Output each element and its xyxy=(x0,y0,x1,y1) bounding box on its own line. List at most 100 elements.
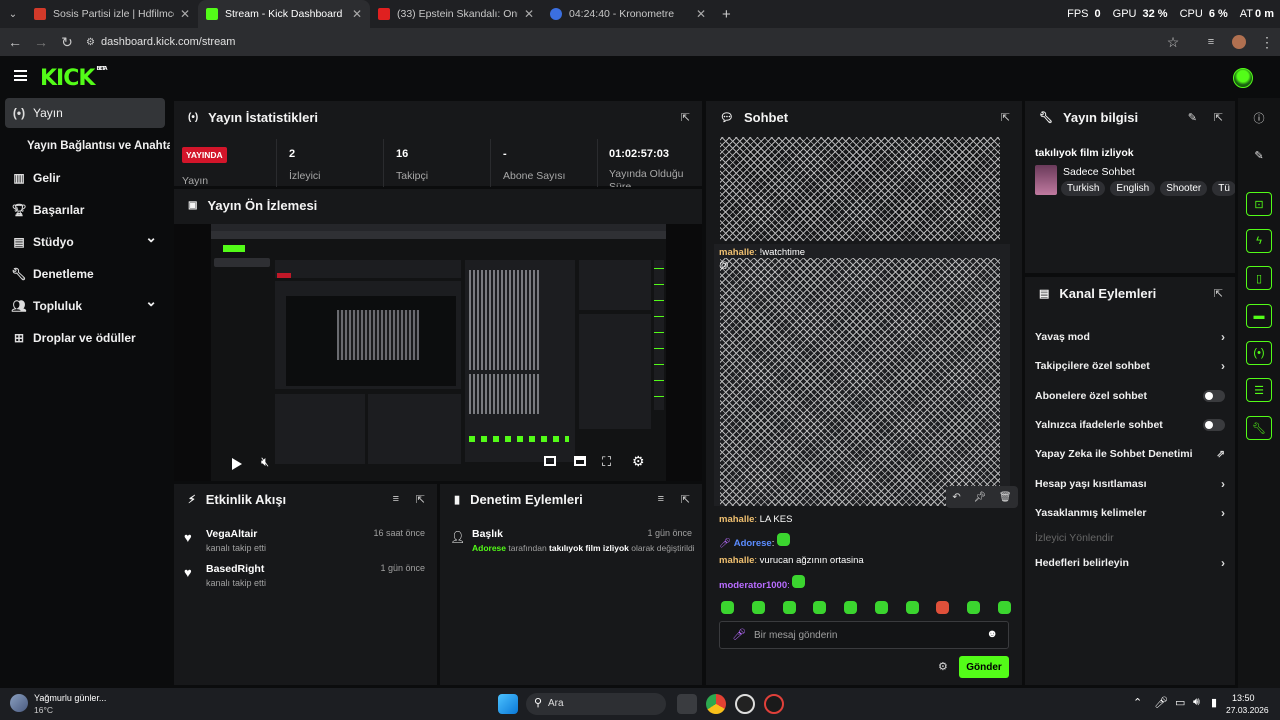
action-ai-moderation[interactable]: Yapay Zeka ile Sohbet Denetimi ⇗ xyxy=(1035,444,1225,464)
new-tab-button[interactable]: + xyxy=(722,6,731,23)
browser-tab-1[interactable]: Stream - Kick Dashboard ✕ xyxy=(198,0,370,28)
play-icon[interactable] xyxy=(232,458,242,470)
network-icon[interactable]: ▭ xyxy=(1175,696,1185,709)
lightning-icon[interactable]: ϟ xyxy=(1246,229,1272,253)
search-box[interactable]: ⚲ Ara xyxy=(526,693,666,715)
cast-icon[interactable] xyxy=(574,456,586,466)
emote-button[interactable] xyxy=(782,601,796,614)
stream-preview-video[interactable]: 🔇︎ ⛶ ⚙ xyxy=(174,224,702,481)
expand-icon[interactable]: ⇱ xyxy=(1001,111,1010,124)
tag[interactable]: Tü xyxy=(1212,181,1235,196)
filter-icon[interactable]: ≡ xyxy=(393,493,399,505)
sidebar-item-stream-key[interactable]: Yayın Bağlantısı ve Anahtarı xyxy=(27,131,170,161)
category-name[interactable]: Sadece Sohbet xyxy=(1063,166,1135,178)
volume-icon[interactable]: 🔊︎ xyxy=(1193,696,1200,709)
action-banned-words[interactable]: Yasaklanmış kelimeler › xyxy=(1035,503,1225,523)
user-avatar[interactable] xyxy=(1233,68,1253,88)
back-icon[interactable]: ← xyxy=(2,34,28,50)
extensions-icon[interactable]: ≡ xyxy=(1198,36,1224,48)
emote-button[interactable] xyxy=(721,601,734,614)
weather-icon[interactable] xyxy=(10,694,28,712)
microphone-icon[interactable]: 🎤︎ xyxy=(1154,696,1168,709)
close-icon[interactable]: ✕ xyxy=(696,7,706,21)
kick-logo[interactable]: KICK BETA xyxy=(40,66,108,91)
battery-icon[interactable]: ▮ xyxy=(1211,696,1217,709)
browser-tab-0[interactable]: Sosis Partisi izle | Hdfilmcehennemi ✕ xyxy=(26,0,198,28)
undo-icon[interactable]: ↶ xyxy=(952,492,960,503)
app-icon[interactable] xyxy=(764,694,784,714)
chat-input[interactable]: 🎤︎ Bir mesaj gönderin ☻ xyxy=(719,621,1009,649)
trash-icon[interactable]: 🗑︎ xyxy=(999,492,1012,503)
send-button[interactable]: Gönder xyxy=(959,656,1009,678)
fullscreen-icon[interactable]: ⛶ xyxy=(602,454,611,470)
action-set-goals[interactable]: Hedefleri belirleyin › xyxy=(1035,553,1225,573)
emote-button[interactable] xyxy=(844,601,858,614)
chevron-down-icon[interactable]: ⌄ xyxy=(145,229,157,246)
edit-pencil-icon[interactable]: ✎ xyxy=(1188,111,1197,124)
close-icon[interactable]: ✕ xyxy=(180,7,190,21)
emote-button[interactable] xyxy=(936,601,950,614)
action-followers-only[interactable]: Takipçilere özel sohbet › xyxy=(1035,356,1225,376)
chat-username[interactable]: mahalle xyxy=(719,247,754,258)
wrench-icon[interactable]: 🔧︎ xyxy=(1246,416,1272,440)
tab-search-icon[interactable]: ⌄ xyxy=(0,9,26,20)
emote-button[interactable] xyxy=(997,601,1011,614)
action-slow-mode[interactable]: Yavaş mod › xyxy=(1035,327,1225,347)
bookmark-star-icon[interactable]: ☆ xyxy=(1160,34,1186,51)
expand-icon[interactable]: ⇱ xyxy=(681,493,690,506)
forward-icon[interactable]: → xyxy=(28,34,54,50)
broadcast-icon[interactable]: (•) xyxy=(1246,341,1272,365)
chat-username[interactable]: mahalle xyxy=(719,514,754,525)
menu-dots-icon[interactable]: ⋮ xyxy=(1254,34,1280,51)
settings-gear-icon[interactable]: ⚙ xyxy=(632,453,645,470)
expand-icon[interactable]: ⇱ xyxy=(416,493,425,506)
emote-button[interactable] xyxy=(967,601,981,614)
close-icon[interactable]: ✕ xyxy=(352,7,362,21)
sidebar-item-studyo[interactable]: ▤ Stüdyo ⌄ xyxy=(5,227,165,257)
tray-chevron-icon[interactable]: ⌃ xyxy=(1133,696,1142,709)
expand-icon[interactable]: ⇱ xyxy=(1214,111,1223,124)
tag[interactable]: Turkish xyxy=(1061,181,1106,196)
chat-username[interactable]: moderator1000 xyxy=(719,580,787,591)
emote-button[interactable] xyxy=(751,601,765,614)
emote-button[interactable] xyxy=(874,601,888,614)
document-icon[interactable]: ▯ xyxy=(1246,266,1272,290)
weather-title[interactable]: Yağmurlu günler... xyxy=(34,693,106,703)
sidebar-item-basarilar[interactable]: 🏆︎ Başarılar xyxy=(5,195,165,225)
screenshot-icon[interactable]: ⊡ xyxy=(1246,192,1272,216)
chevron-down-icon[interactable]: ⌄ xyxy=(145,293,157,310)
edit-pencil-icon[interactable]: ✎ xyxy=(1246,143,1272,167)
sidebar-item-droplar[interactable]: ⊞ Droplar ve ödüller xyxy=(5,323,165,353)
clock-date[interactable]: 27.03.2026 xyxy=(1226,705,1269,715)
profile-avatar[interactable] xyxy=(1232,35,1246,49)
hamburger-menu-icon[interactable] xyxy=(14,70,27,81)
chat-bubble-icon[interactable]: ▬ xyxy=(1246,304,1272,328)
mute-icon[interactable]: 🔇︎ xyxy=(261,454,269,470)
expand-icon[interactable]: ⇱ xyxy=(681,111,690,124)
action-account-age[interactable]: Hesap yaşı kısıtlaması › xyxy=(1035,474,1225,494)
tag[interactable]: Shooter xyxy=(1160,181,1208,196)
reload-icon[interactable]: ↻ xyxy=(54,34,80,51)
obs-icon[interactable] xyxy=(735,694,755,714)
sidebar-item-yayin[interactable]: (•) Yayın xyxy=(5,98,165,128)
browser-tab-2[interactable]: (33) Epstein Skandalı: Onu Ned ✕ xyxy=(370,0,542,28)
emoji-icon[interactable]: ☻ xyxy=(986,628,998,640)
microphone-icon[interactable]: 🎤︎ xyxy=(732,628,746,641)
filter-icon[interactable]: ≡ xyxy=(658,493,664,505)
site-info-icon[interactable]: ⚙ xyxy=(86,37,95,48)
close-icon[interactable]: ✕ xyxy=(524,7,534,21)
sidebar-item-topluluk[interactable]: 👥︎ Topluluk ⌄ xyxy=(5,291,165,321)
task-view-icon[interactable] xyxy=(677,694,697,714)
pin-icon[interactable]: 📌︎ xyxy=(973,492,986,503)
expand-icon[interactable]: ⇱ xyxy=(1214,287,1223,300)
chat-username[interactable]: mahalle xyxy=(719,555,754,566)
sidebar-item-gelir[interactable]: ▥ Gelir xyxy=(5,163,165,193)
chrome-icon[interactable] xyxy=(706,694,726,714)
channel-icon[interactable]: ☰ xyxy=(1246,378,1272,402)
emotes-only-toggle[interactable] xyxy=(1203,419,1225,431)
info-icon[interactable]: ⓘ xyxy=(1246,106,1272,130)
pip-icon[interactable] xyxy=(544,456,556,466)
url-field[interactable]: dashboard.kick.com/stream xyxy=(101,36,1160,48)
emote-button[interactable] xyxy=(813,601,827,614)
clock-time[interactable]: 13:50 xyxy=(1232,693,1255,703)
